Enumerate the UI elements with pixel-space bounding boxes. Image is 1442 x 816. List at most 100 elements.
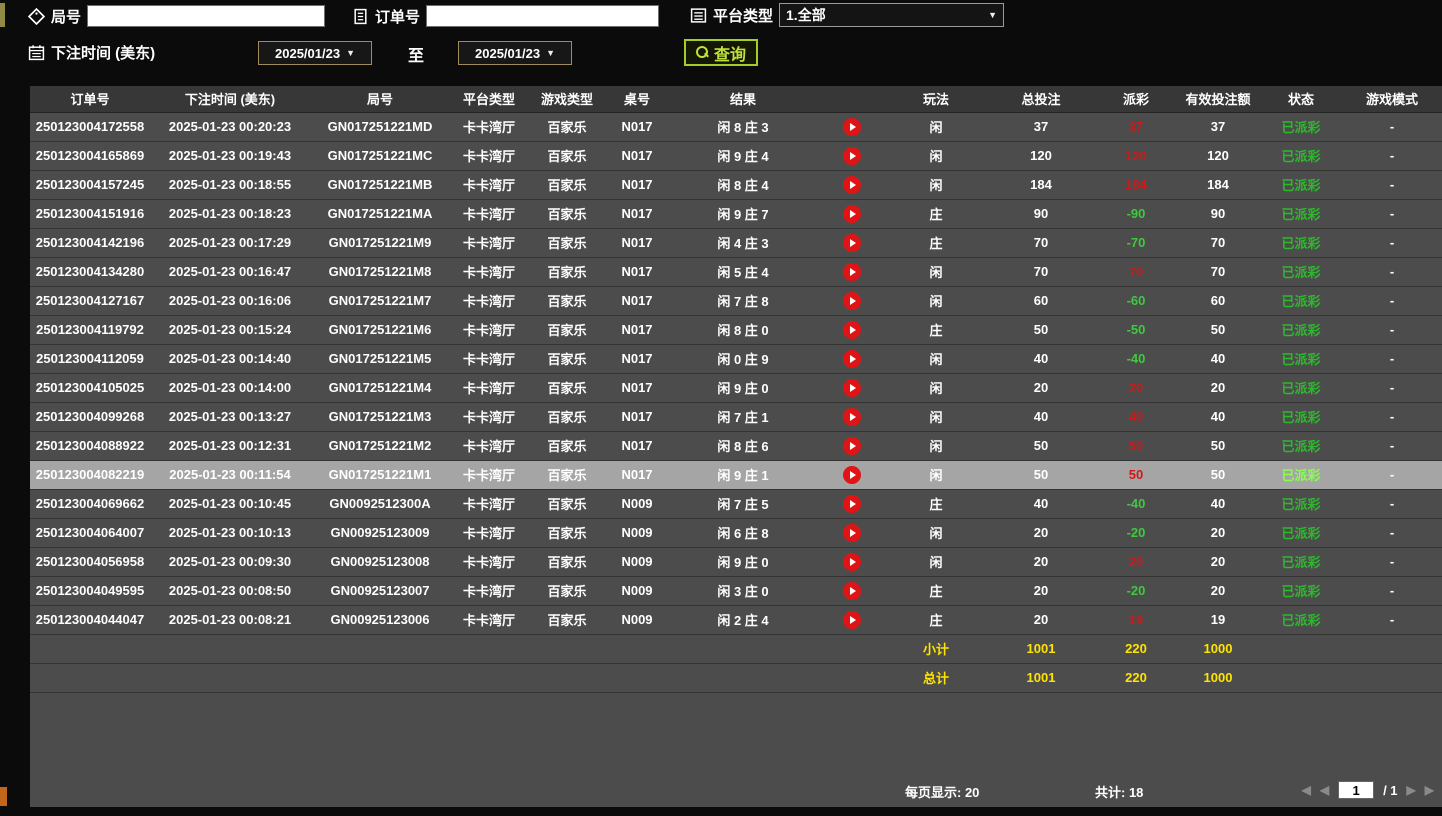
table-no-cell: N017	[606, 460, 668, 489]
game-type-cell: 百家乐	[528, 518, 606, 547]
status-cell: 已派彩	[1260, 112, 1342, 141]
prev-page-button[interactable]: ◀	[1320, 783, 1329, 797]
platform-cell: 卡卡湾厅	[450, 518, 528, 547]
platform-type-label: 平台类型	[713, 5, 773, 26]
game-type-cell: 百家乐	[528, 431, 606, 460]
table-row[interactable]: 2501230041725582025-01-23 00:20:23GN0172…	[30, 112, 1442, 141]
bet-time-cell: 2025-01-23 00:15:24	[150, 315, 310, 344]
play-video-icon[interactable]	[843, 524, 861, 542]
play-video-icon[interactable]	[843, 437, 861, 455]
play-triangle-icon	[850, 384, 856, 392]
play-video-icon[interactable]	[843, 495, 861, 513]
sum-valid-bet: 1000	[1176, 634, 1260, 663]
payout-cell: 20	[1096, 547, 1176, 576]
video-cell	[818, 518, 886, 547]
column-header: 平台类型	[450, 86, 528, 112]
round-id-cell: GN017251221MA	[310, 199, 450, 228]
first-page-button[interactable]: ◀	[1302, 783, 1311, 797]
order-id-cell: 250123004151916	[30, 199, 150, 228]
round-id-cell: GN017251221M5	[310, 344, 450, 373]
table-row[interactable]: 2501230040495952025-01-23 00:08:50GN0092…	[30, 576, 1442, 605]
table-no-cell: N017	[606, 286, 668, 315]
total-bet-cell: 90	[986, 199, 1096, 228]
table-row[interactable]: 2501230040992682025-01-23 00:13:27GN0172…	[30, 402, 1442, 431]
round-number-filter: 局号	[28, 5, 325, 27]
table-row[interactable]: 2501230041120592025-01-23 00:14:40GN0172…	[30, 344, 1442, 373]
play-video-icon[interactable]	[843, 379, 861, 397]
play-video-icon[interactable]	[843, 350, 861, 368]
play-video-icon[interactable]	[843, 408, 861, 426]
table-no-cell: N017	[606, 431, 668, 460]
table-row[interactable]: 2501230040822192025-01-23 00:11:54GN0172…	[30, 460, 1442, 489]
video-cell	[818, 315, 886, 344]
order-number-input[interactable]	[426, 5, 659, 27]
table-header-row: 订单号下注时间 (美东)局号平台类型游戏类型桌号结果玩法总投注派彩有效投注额状态…	[30, 86, 1442, 112]
status-cell: 已派彩	[1260, 576, 1342, 605]
payout-cell: 120	[1096, 141, 1176, 170]
total-bet-cell: 70	[986, 228, 1096, 257]
video-cell	[818, 170, 886, 199]
platform-type-select[interactable]: 1.全部 ▼	[779, 3, 1004, 27]
play-triangle-icon	[850, 123, 856, 131]
play-video-icon[interactable]	[843, 234, 861, 252]
status-cell: 已派彩	[1260, 373, 1342, 402]
bet-on-cell: 庄	[886, 576, 986, 605]
play-video-icon[interactable]	[843, 147, 861, 165]
round-number-input[interactable]	[87, 5, 325, 27]
round-number-label: 局号	[51, 6, 81, 27]
mode-cell: -	[1342, 605, 1442, 634]
table-row[interactable]: 2501230041519162025-01-23 00:18:23GN0172…	[30, 199, 1442, 228]
table-row[interactable]: 2501230040440472025-01-23 00:08:21GN0092…	[30, 605, 1442, 634]
play-video-icon[interactable]	[843, 263, 861, 281]
bet-on-cell: 庄	[886, 489, 986, 518]
play-video-icon[interactable]	[843, 466, 861, 484]
table-row[interactable]: 2501230041197922025-01-23 00:15:24GN0172…	[30, 315, 1442, 344]
table-no-cell: N009	[606, 605, 668, 634]
column-header: 总投注	[986, 86, 1096, 112]
next-page-button[interactable]: ▶	[1407, 783, 1416, 797]
background-artifact	[0, 787, 7, 806]
table-row[interactable]: 2501230041572452025-01-23 00:18:55GN0172…	[30, 170, 1442, 199]
order-id-cell: 250123004134280	[30, 257, 150, 286]
date-to-picker[interactable]: 2025/01/23 ▼	[458, 41, 572, 65]
play-video-icon[interactable]	[843, 176, 861, 194]
play-video-icon[interactable]	[843, 205, 861, 223]
game-type-cell: 百家乐	[528, 489, 606, 518]
table-row[interactable]: 2501230040640072025-01-23 00:10:13GN0092…	[30, 518, 1442, 547]
date-from-picker[interactable]: 2025/01/23 ▼	[258, 41, 372, 65]
round-id-cell: GN017251221M6	[310, 315, 450, 344]
table-row[interactable]: 2501230041658692025-01-23 00:19:43GN0172…	[30, 141, 1442, 170]
bet-time-cell: 2025-01-23 00:16:47	[150, 257, 310, 286]
order-id-cell: 250123004142196	[30, 228, 150, 257]
query-button[interactable]: 查询	[684, 39, 758, 66]
table-row[interactable]: 2501230041421962025-01-23 00:17:29GN0172…	[30, 228, 1442, 257]
play-video-icon[interactable]	[843, 321, 861, 339]
video-cell	[818, 141, 886, 170]
last-page-button[interactable]: ▶	[1425, 783, 1434, 797]
table-row[interactable]: 2501230041050252025-01-23 00:14:00GN0172…	[30, 373, 1442, 402]
table-row[interactable]: 2501230040889222025-01-23 00:12:31GN0172…	[30, 431, 1442, 460]
table-row[interactable]: 2501230040569582025-01-23 00:09:30GN0092…	[30, 547, 1442, 576]
table-row[interactable]: 2501230040696622025-01-23 00:10:45GN0092…	[30, 489, 1442, 518]
video-cell	[818, 344, 886, 373]
table-row[interactable]: 2501230041342802025-01-23 00:16:47GN0172…	[30, 257, 1442, 286]
play-video-icon[interactable]	[843, 582, 861, 600]
result-cell: 闲 2 庄 4	[668, 605, 818, 634]
play-video-icon[interactable]	[843, 553, 861, 571]
page-number-input[interactable]: 1	[1338, 781, 1374, 799]
play-video-icon[interactable]	[843, 118, 861, 136]
play-video-icon[interactable]	[843, 611, 861, 629]
platform-cell: 卡卡湾厅	[450, 286, 528, 315]
total-bet-cell: 40	[986, 402, 1096, 431]
total-bet-cell: 20	[986, 547, 1096, 576]
play-triangle-icon	[850, 239, 856, 247]
game-type-cell: 百家乐	[528, 112, 606, 141]
subtotal-row: 小计10012201000	[30, 634, 1442, 663]
play-video-icon[interactable]	[843, 292, 861, 310]
mode-cell: -	[1342, 228, 1442, 257]
status-cell: 已派彩	[1260, 605, 1342, 634]
table-row[interactable]: 2501230041271672025-01-23 00:16:06GN0172…	[30, 286, 1442, 315]
platform-cell: 卡卡湾厅	[450, 547, 528, 576]
game-type-cell: 百家乐	[528, 547, 606, 576]
records-table-body: 2501230041725582025-01-23 00:20:23GN0172…	[30, 112, 1442, 692]
